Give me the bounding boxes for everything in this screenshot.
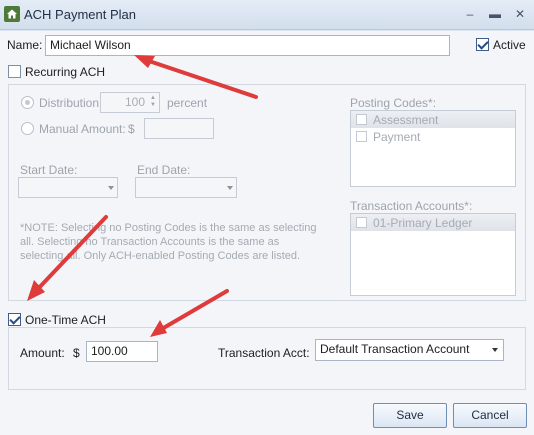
stepper-arrows-icon[interactable]: ▲ ▼ — [150, 95, 156, 109]
one-time-ach-label: One-Time ACH — [25, 313, 106, 327]
list-item-label: Assessment — [373, 112, 439, 127]
amount-input[interactable]: 100.00 — [86, 341, 158, 362]
minimize-button[interactable]: – — [460, 4, 480, 24]
start-date-label: Start Date: — [20, 163, 78, 177]
posting-codes-label: Posting Codes*: — [350, 96, 437, 110]
maximize-button[interactable]: ▬ — [485, 4, 505, 24]
manual-amount-input[interactable] — [144, 118, 214, 139]
manual-amount-currency: $ — [128, 122, 135, 136]
list-item-label: 01-Primary Ledger — [373, 215, 473, 230]
manual-amount-radio[interactable] — [21, 122, 34, 135]
checkbox-icon[interactable] — [356, 114, 367, 125]
posting-note: *NOTE: Selecting no Posting Codes is the… — [20, 222, 317, 262]
distribution-label: Distribution: — [39, 96, 103, 110]
percent-label: percent — [167, 96, 208, 110]
amount-label: Amount: — [20, 346, 65, 360]
window-title: ACH Payment Plan — [24, 7, 136, 22]
chevron-down-icon[interactable] — [492, 348, 498, 352]
recurring-ach-checkbox[interactable] — [8, 65, 21, 78]
active-checkbox[interactable] — [476, 38, 489, 51]
list-item[interactable]: Payment — [351, 128, 515, 145]
save-button[interactable]: Save — [373, 403, 447, 428]
home-icon — [4, 6, 20, 22]
end-date-picker[interactable] — [135, 177, 237, 198]
end-date-label: End Date: — [137, 163, 191, 177]
cancel-button[interactable]: Cancel — [453, 403, 527, 428]
active-label: Active — [493, 38, 526, 52]
list-item[interactable]: 01-Primary Ledger — [351, 214, 515, 231]
start-date-picker[interactable] — [18, 177, 118, 198]
posting-codes-list: Assessment Payment — [350, 110, 516, 187]
transaction-accounts-list: 01-Primary Ledger — [350, 213, 516, 296]
manual-amount-label: Manual Amount: — [39, 122, 126, 136]
amount-currency: $ — [73, 346, 80, 360]
transaction-accounts-label: Transaction Accounts*: — [350, 199, 473, 213]
transaction-acct-select[interactable]: Default Transaction Account — [315, 339, 504, 361]
list-item[interactable]: Assessment — [351, 111, 515, 128]
one-time-ach-checkbox[interactable] — [8, 313, 21, 326]
checkbox-icon[interactable] — [356, 131, 367, 142]
checkbox-icon[interactable] — [356, 217, 367, 228]
name-label: Name: — [7, 38, 43, 52]
name-input[interactable]: Michael Wilson — [45, 35, 450, 56]
chevron-down-icon[interactable] — [227, 186, 233, 190]
recurring-ach-label: Recurring ACH — [25, 65, 106, 79]
transaction-acct-label: Transaction Acct: — [218, 346, 310, 360]
close-button[interactable]: ✕ — [510, 4, 530, 24]
chevron-down-icon[interactable] — [108, 186, 114, 190]
distribution-radio[interactable] — [21, 96, 34, 109]
list-item-label: Payment — [373, 129, 421, 144]
